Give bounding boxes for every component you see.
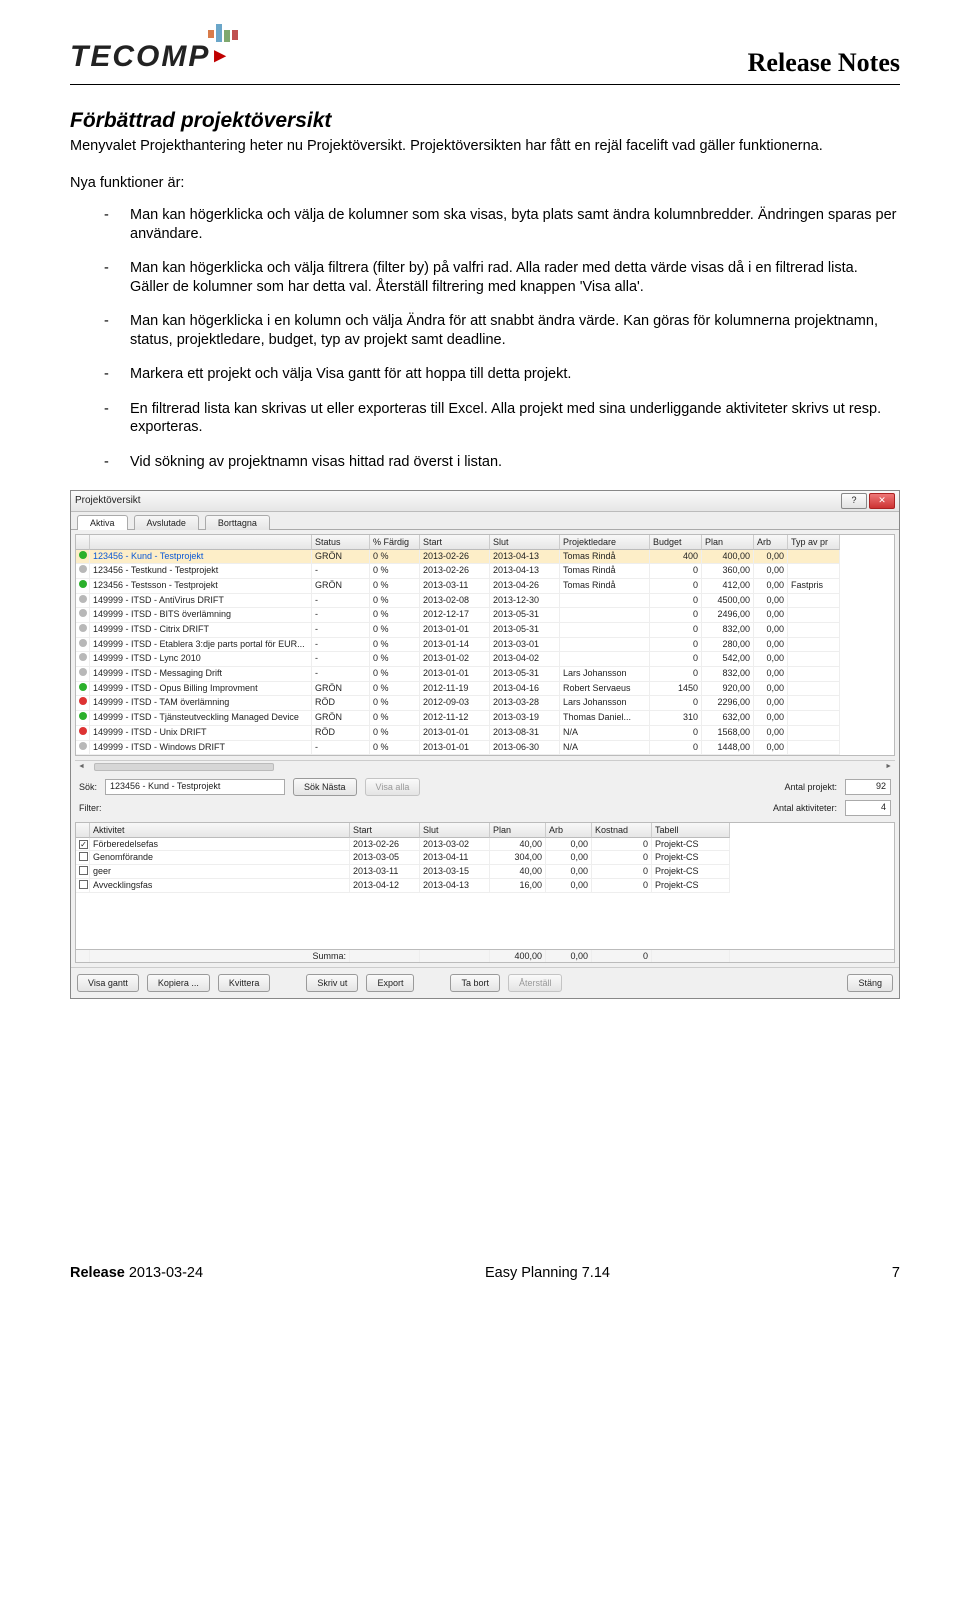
antal-aktiviteter-label: Antal aktiviteter: xyxy=(773,803,837,813)
table-row[interactable]: 149999 - ITSD - Lync 2010-0 %2013-01-022… xyxy=(76,652,894,667)
lead-paragraph: Menyvalet Projekthantering heter nu Proj… xyxy=(70,137,900,156)
activities-grid[interactable]: AktivitetStartSlutPlanArbKostnadTabell ✓… xyxy=(75,822,895,963)
window-title: Projektöversikt xyxy=(75,495,141,506)
feature-bullet: Markera ett projekt och välja Visa gantt… xyxy=(104,365,900,384)
table-row[interactable]: 123456 - Kund - TestprojektGRÖN0 %2013-0… xyxy=(76,550,894,565)
aterstall-button[interactable]: Återställ xyxy=(508,974,563,992)
skrivut-button[interactable]: Skriv ut xyxy=(306,974,358,992)
table-row[interactable]: 149999 - ITSD - Opus Billing ImprovmentG… xyxy=(76,682,894,697)
sok-nasta-button[interactable]: Sök Nästa xyxy=(293,778,357,796)
visa-alla-button[interactable]: Visa alla xyxy=(365,778,421,796)
window-titlebar: Projektöversikt ? ✕ xyxy=(71,491,899,512)
antal-projekt-value: 92 xyxy=(845,779,891,795)
activity-row[interactable]: geer2013-03-112013-03-1540,000,000Projek… xyxy=(76,865,894,879)
feature-bullet: En filtrerad lista kan skrivas ut eller … xyxy=(104,400,900,437)
kopiera-button[interactable]: Kopiera ... xyxy=(147,974,210,992)
projects-grid[interactable]: Status% FärdigStartSlutProjektledareBudg… xyxy=(75,534,895,757)
tab-bar: Aktiva Avslutade Borttagna xyxy=(71,512,899,530)
feature-bullet: Vid sökning av projektnamn visas hittad … xyxy=(104,453,900,472)
table-row[interactable]: 149999 - ITSD - Tjänsteutveckling Manage… xyxy=(76,711,894,726)
footer-page: 7 xyxy=(892,1265,900,1281)
table-row[interactable]: 149999 - ITSD - AntiVirus DRIFT-0 %2013-… xyxy=(76,594,894,609)
tab-borttagna[interactable]: Borttagna xyxy=(205,515,270,530)
doc-title: Release Notes xyxy=(748,48,900,78)
close-button[interactable]: ✕ xyxy=(869,493,895,509)
help-button[interactable]: ? xyxy=(841,493,867,509)
logo-text: TECOMP▸ xyxy=(70,40,227,74)
sok-label: Sök: xyxy=(79,782,97,792)
footer-release-label: Release xyxy=(70,1265,125,1281)
table-row[interactable]: 123456 - Testsson - TestprojektGRÖN0 %20… xyxy=(76,579,894,594)
intro-line: Nya funktioner är: xyxy=(70,174,900,193)
page-footer: Release 2013-03-24 Easy Planning 7.14 7 xyxy=(70,1259,900,1281)
activity-row[interactable]: Avvecklingsfas2013-04-122013-04-1316,000… xyxy=(76,879,894,893)
logo: TECOMP▸ xyxy=(70,30,238,74)
activity-row[interactable]: Genomförande2013-03-052013-04-11304,000,… xyxy=(76,851,894,865)
table-row[interactable]: 149999 - ITSD - Citrix DRIFT-0 %2013-01-… xyxy=(76,623,894,638)
table-row[interactable]: 149999 - ITSD - Unix DRIFTRÖD0 %2013-01-… xyxy=(76,726,894,741)
table-row[interactable]: 149999 - ITSD - Windows DRIFT-0 %2013-01… xyxy=(76,741,894,756)
activity-row[interactable]: ✓Förberedelsefas2013-02-262013-03-0240,0… xyxy=(76,838,894,851)
hscrollbar[interactable] xyxy=(75,760,895,772)
table-row[interactable]: 149999 - ITSD - Etablera 3:dje parts por… xyxy=(76,638,894,653)
tab-avslutade[interactable]: Avslutade xyxy=(134,515,199,530)
filter-label: Filter: xyxy=(79,803,102,813)
feature-list: Man kan högerklicka och välja de kolumne… xyxy=(70,206,900,471)
kvittera-button[interactable]: Kvittera xyxy=(218,974,271,992)
feature-bullet: Man kan högerklicka i en kolumn och välj… xyxy=(104,312,900,349)
table-row[interactable]: 149999 - ITSD - BITS överlämning-0 %2012… xyxy=(76,608,894,623)
section-heading: Förbättrad projektöversikt xyxy=(70,109,900,133)
tab-aktiva[interactable]: Aktiva xyxy=(77,515,128,530)
screenshot-window: Projektöversikt ? ✕ Aktiva Avslutade Bor… xyxy=(70,490,900,1000)
feature-bullet: Man kan högerklicka och välja de kolumne… xyxy=(104,206,900,243)
antal-aktiviteter-value: 4 xyxy=(845,800,891,816)
antal-projekt-label: Antal projekt: xyxy=(784,782,837,792)
stang-button[interactable]: Stäng xyxy=(847,974,893,992)
footer-release-date: 2013-03-24 xyxy=(129,1265,203,1281)
button-bar: Visa gantt Kopiera ... Kvittera Skriv ut… xyxy=(71,967,899,998)
search-input[interactable]: 123456 - Kund - Testprojekt xyxy=(105,779,285,795)
export-button[interactable]: Export xyxy=(366,974,414,992)
table-row[interactable]: 149999 - ITSD - TAM överlämningRÖD0 %201… xyxy=(76,696,894,711)
footer-product: Easy Planning 7.14 xyxy=(485,1265,610,1281)
feature-bullet: Man kan högerklicka och välja filtrera (… xyxy=(104,259,900,296)
visa-gantt-button[interactable]: Visa gantt xyxy=(77,974,139,992)
header-rule xyxy=(70,84,900,85)
table-row[interactable]: 123456 - Testkund - Testprojekt-0 %2013-… xyxy=(76,564,894,579)
table-row[interactable]: 149999 - ITSD - Messaging Drift-0 %2013-… xyxy=(76,667,894,682)
tabort-button[interactable]: Ta bort xyxy=(450,974,500,992)
